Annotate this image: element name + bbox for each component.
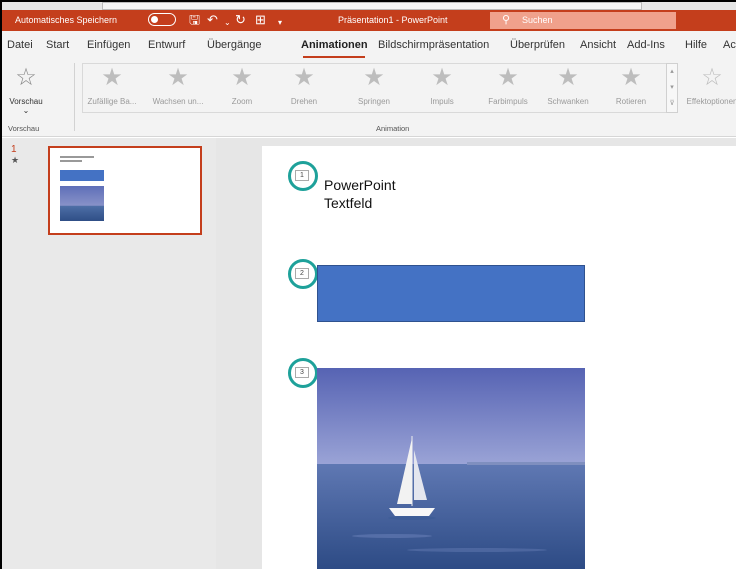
effect-impuls[interactable]: ★ Impuls [416,63,468,117]
effect-label: Springen [357,97,391,106]
customize-qat-icon[interactable]: ▾ [278,15,282,31]
effect-label: Zoom [231,97,253,106]
tab-animationen[interactable]: Animationen [301,39,368,51]
group-separator [74,63,75,131]
text-box[interactable]: PowerPoint Textfeld [324,176,396,212]
effect-label: Zufällige Ba... [87,97,137,106]
effect-label: Rotieren [615,97,647,106]
effect-label: Wachsen un... [152,97,204,106]
effect-springen[interactable]: ★ Springen [348,63,400,117]
search-icon: ⚲ [502,14,511,26]
powerpoint-window: Automatisches Speichern 🖫 ↶ ⌄ ↻ ⊞ ▾ Präs… [0,0,736,569]
toggle-knob [151,16,158,23]
tab-add-ins[interactable]: Add-Ins [627,39,665,51]
group-label-vorschau: Vorschau [8,124,40,133]
undo-dropdown-icon[interactable]: ⌄ [224,15,231,31]
preview-dropdown-icon[interactable]: ⌄ [4,106,48,115]
search-placeholder: Suchen [522,15,553,25]
star-icon: ★ [293,64,315,91]
thumb-text-line [60,160,82,162]
effect-wachsen[interactable]: ★ Wachsen un... [152,63,204,117]
effect-label: Drehen [290,97,318,106]
active-tab-indicator [303,56,365,58]
star-icon: ★ [363,64,385,91]
star-icon: ★ [167,64,189,91]
animation-tag-3[interactable]: 3 [295,367,309,378]
tab-entwurf[interactable]: Entwurf [148,39,185,51]
slide-thumbnails-pane: 1 ★ [2,138,216,569]
autosave-label: Automatisches Speichern [15,15,118,25]
effect-zufaellige-balken[interactable]: ★ Zufällige Ba... [86,63,138,117]
tab-ansicht[interactable]: Ansicht [580,39,616,51]
animation-tag-1[interactable]: 1 [295,170,309,181]
star-icon: ★ [620,64,642,91]
document-title: Präsentation1 - PowerPoint [338,15,448,25]
undo-icon[interactable]: ↶ [207,12,218,28]
slide-canvas[interactable]: 1 PowerPoint Textfeld 2 3 [262,146,736,569]
search-box[interactable]: ⚲ Suchen [490,12,676,29]
slide-number: 1 [11,144,17,155]
thumb-image [60,186,104,221]
group-label-animation: Animation [376,124,410,133]
window-top-strip [2,2,736,10]
tab-hilfe[interactable]: Hilfe [685,39,707,51]
ribbon-animations: ☆ Vorschau ⌄ ★ Zufällige Ba... ★ Wachsen u… [2,59,736,137]
effect-label: Impuls [430,97,454,106]
effect-farbimpuls[interactable]: ★ Farbimpuls [482,63,534,117]
tab-more[interactable]: Ac [723,39,736,51]
tab-uebergaenge[interactable]: Übergänge [207,39,261,51]
effect-options-button[interactable]: ☆ Effektoptionen [682,63,736,117]
effect-drehen[interactable]: ★ Drehen [278,63,330,117]
background-window-edge [102,2,642,10]
star-icon: ★ [557,64,579,91]
effect-zoom[interactable]: ★ Zoom [216,63,268,117]
effect-options-label: Effektoptionen [686,97,736,106]
text-line-2: Textfeld [324,195,373,211]
star-icon: ★ [101,64,123,91]
tab-datei[interactable]: Datei [7,39,33,51]
tab-einfuegen[interactable]: Einfügen [87,39,130,51]
sailboat-photo[interactable] [317,368,585,569]
effect-options-icon: ☆ [701,64,723,91]
slide-animation-star-icon: ★ [11,155,20,165]
animation-tag-2[interactable]: 2 [295,268,309,279]
gallery-more-icon[interactable]: ⊽ [667,96,677,112]
effect-label: Schwanken [547,97,589,106]
slideshow-start-icon[interactable]: ⊞ [255,12,266,28]
tab-ueberpruefen[interactable]: Überprüfen [510,39,565,51]
gallery-scroll-up-icon[interactable]: ▴ [667,64,677,80]
effect-label: Farbimpuls [488,97,528,106]
blue-rectangle-shape[interactable] [317,265,585,322]
star-icon: ★ [497,64,519,91]
thumb-rectangle [60,170,104,181]
gallery-scrollbar[interactable]: ▴ ▾ ⊽ [666,63,678,113]
preview-button[interactable]: ☆ Vorschau ⌄ [4,63,48,117]
star-icon: ★ [231,64,253,91]
tab-start[interactable]: Start [46,39,69,51]
title-bar: Automatisches Speichern 🖫 ↶ ⌄ ↻ ⊞ ▾ Präs… [2,10,736,31]
tab-bildschirmpraesentation[interactable]: Bildschirmpräsentation [378,39,489,51]
sailboat-image [317,368,585,569]
star-icon: ★ [431,64,453,91]
gallery-scroll-down-icon[interactable]: ▾ [667,80,677,96]
autosave-toggle[interactable] [148,13,176,26]
effect-schwanken[interactable]: ★ Schwanken [542,63,594,117]
thumb-text-line [60,156,94,158]
slide-thumbnail[interactable] [48,146,202,235]
save-icon[interactable]: 🖫 [189,12,200,28]
preview-label: Vorschau [9,97,43,106]
effect-rotieren[interactable]: ★ Rotieren [605,63,657,117]
text-line-1: PowerPoint [324,177,396,193]
slide-editor-area: 1 PowerPoint Textfeld 2 3 [216,138,736,569]
ribbon-tabs: Datei Start Einfügen Entwurf Übergänge A… [2,31,736,59]
redo-icon[interactable]: ↻ [235,12,246,28]
preview-star-icon: ☆ [15,64,37,91]
